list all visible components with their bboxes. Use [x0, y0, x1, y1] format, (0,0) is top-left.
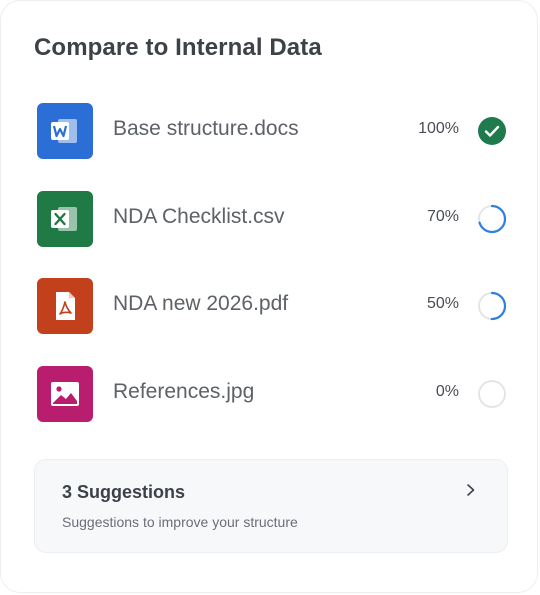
suggestions-subtitle: Suggestions to improve your structure [62, 514, 298, 530]
image-icon [37, 366, 93, 422]
file-row[interactable]: NDA new 2026.pdf 50% [37, 278, 507, 334]
file-name: NDA new 2026.pdf [113, 292, 289, 315]
check-circle-icon [478, 117, 506, 145]
pdf-icon [37, 278, 93, 334]
word-icon [37, 103, 93, 159]
file-row[interactable]: References.jpg 0% [37, 366, 507, 422]
chevron-right-icon [467, 484, 475, 496]
file-row[interactable]: Base structure.docs 100% [37, 103, 507, 159]
suggestions-title: 3 Suggestions [62, 482, 186, 502]
file-percent: 70% [426, 208, 459, 225]
empty-ring-icon [478, 380, 506, 408]
file-name: References.jpg [113, 380, 255, 403]
suggestions-button[interactable]: 3 Suggestions Suggestions to improve you… [34, 459, 508, 553]
file-percent: 50% [426, 295, 459, 312]
file-percent: 100% [418, 120, 459, 137]
file-row[interactable]: NDA Checklist.csv 70% [37, 191, 507, 247]
file-percent: 0% [435, 383, 459, 400]
compare-card: Compare to Internal Data Base structure.… [0, 0, 538, 593]
excel-icon [37, 191, 93, 247]
card-title: Compare to Internal Data [34, 34, 322, 61]
progress-ring-icon [477, 291, 507, 321]
file-name: Base structure.docs [113, 117, 299, 140]
file-name: NDA Checklist.csv [113, 205, 285, 228]
progress-ring-icon [477, 204, 507, 234]
